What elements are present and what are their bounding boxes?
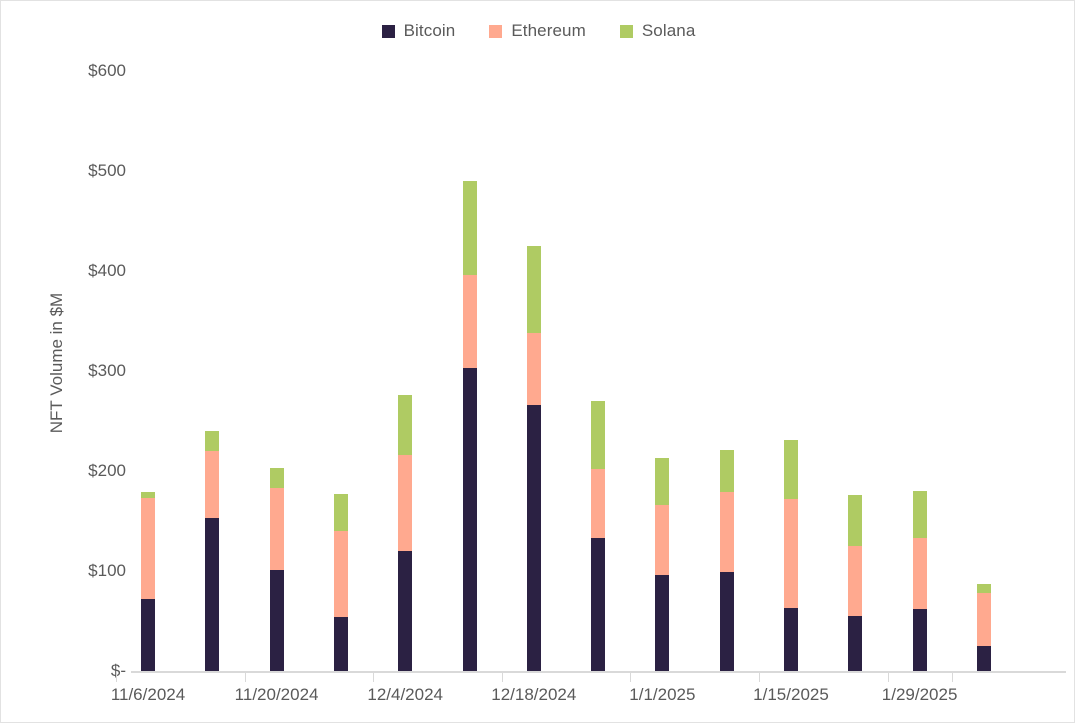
bar-1-15-2025[interactable] — [784, 71, 798, 671]
bar-segment-bitcoin — [976, 646, 991, 671]
bar-segment-bitcoin — [912, 609, 927, 671]
x-axis-tick-label: 11/20/2024 — [234, 685, 319, 704]
bar-segment-bitcoin — [141, 599, 155, 671]
chart-legend: Bitcoin Ethereum Solana — [1, 21, 1075, 41]
bar-12-11-2024[interactable] — [462, 71, 477, 671]
bar-12-18-2024[interactable] — [526, 71, 541, 671]
legend-item-solana[interactable]: Solana — [619, 21, 696, 41]
bar-segment-solana — [398, 395, 413, 455]
x-axis-tick-mark — [244, 673, 246, 682]
legend-swatch-icon — [381, 24, 395, 38]
bar-segment-bitcoin — [719, 572, 734, 671]
legend-item-ethereum[interactable]: Ethereum — [489, 21, 586, 41]
bar-11-20-2024[interactable] — [269, 71, 284, 671]
bar-segment-ethereum — [205, 451, 220, 518]
bar-segment-solana — [526, 246, 541, 333]
y-axis-tick-label: $500 — [88, 161, 126, 180]
bar-segment-bitcoin — [205, 518, 220, 671]
bar-segment-ethereum — [591, 469, 606, 538]
bar-segment-solana — [205, 431, 220, 451]
y-axis-tick-label: $100 — [88, 561, 126, 580]
bar-segment-ethereum — [462, 275, 477, 368]
bar-segment-bitcoin — [269, 570, 284, 671]
legend-item-label: Solana — [641, 21, 696, 40]
bar-segment-bitcoin — [333, 617, 348, 671]
bar-11-27-2024[interactable] — [333, 71, 348, 671]
bar-segment-solana — [269, 468, 284, 488]
bar-segment-ethereum — [848, 546, 863, 616]
bar-segment-ethereum — [976, 593, 991, 646]
bar-segment-bitcoin — [462, 368, 477, 671]
y-axis-title-container: NFT Volume in $M — [31, 1, 66, 724]
bar-1-22-2025[interactable] — [848, 71, 863, 671]
bar-segment-ethereum — [912, 538, 927, 609]
bar-segment-bitcoin — [848, 616, 863, 671]
x-axis-tick-mark — [759, 673, 760, 682]
bar-segment-solana — [784, 440, 798, 499]
bar-segment-solana — [848, 495, 863, 546]
x-axis-tick-label: 11/6/2024 — [110, 685, 186, 704]
legend-item-label: Ethereum — [511, 21, 586, 40]
nft-volume-stacked-bar-chart: Bitcoin Ethereum Solana $- $100 $200 $300 $400… — [0, 0, 1075, 723]
x-axis-tick-mark — [887, 673, 889, 682]
bar-segment-solana — [912, 491, 927, 538]
x-axis-tick-mark — [630, 673, 632, 682]
bar-segment-ethereum — [141, 498, 155, 599]
bar-11-6-2024[interactable] — [141, 71, 155, 671]
bar-12-4-2024[interactable] — [398, 71, 413, 671]
bar-segment-bitcoin — [398, 551, 413, 671]
bar-segment-ethereum — [269, 488, 284, 570]
bar-11-13-2024[interactable] — [205, 71, 220, 671]
bar-segment-bitcoin — [526, 405, 541, 671]
y-axis-tick-label: $600 — [88, 61, 126, 80]
bar-segment-solana — [655, 458, 670, 505]
x-axis-tick-label: 12/18/2024 — [491, 685, 577, 704]
bar-1-29-2025[interactable] — [912, 71, 927, 671]
bar-segment-solana — [591, 401, 606, 469]
bar-1-1-2025[interactable] — [655, 71, 670, 671]
bar-segment-ethereum — [784, 499, 798, 608]
bar-segment-ethereum — [655, 505, 670, 575]
x-axis-tick-mark — [501, 673, 503, 682]
bar-segment-solana — [462, 181, 477, 275]
bar-12-25-2024[interactable] — [591, 71, 606, 671]
x-axis-tick-label: 1/29/2025 — [881, 685, 958, 704]
bar-segment-ethereum — [719, 492, 734, 572]
bar-segment-solana — [976, 584, 991, 593]
bar-2-5-2025[interactable] — [976, 71, 991, 671]
bar-segment-ethereum — [526, 333, 541, 405]
bar-segment-bitcoin — [784, 608, 798, 671]
bar-segment-ethereum — [333, 531, 348, 617]
legend-swatch-icon — [489, 24, 503, 38]
bar-segment-solana — [333, 494, 348, 531]
legend-swatch-icon — [619, 24, 633, 38]
x-axis-tick-label: 1/1/2025 — [629, 685, 696, 704]
x-axis-tick-label: 1/15/2025 — [753, 685, 829, 704]
x-axis-tick-mark — [116, 673, 117, 682]
x-axis-tick-label: 12/4/2024 — [367, 685, 444, 704]
x-axis-tick-mark — [373, 673, 375, 682]
bar-segment-solana — [719, 450, 734, 492]
plot-area — [131, 71, 1061, 671]
bar-1-8-2025[interactable] — [719, 71, 734, 671]
legend-item-bitcoin[interactable]: Bitcoin — [381, 21, 456, 41]
y-axis-title: NFT Volume in $M — [47, 292, 66, 433]
x-axis-tick-mark — [951, 673, 953, 682]
bar-segment-bitcoin — [591, 538, 606, 671]
legend-item-label: Bitcoin — [403, 21, 456, 40]
x-axis-ticks: 11/6/2024 11/20/2024 12/4/2024 12/18/2024 1/… — [1, 673, 1075, 723]
bar-segment-ethereum — [398, 455, 413, 551]
bar-segment-bitcoin — [655, 575, 670, 671]
